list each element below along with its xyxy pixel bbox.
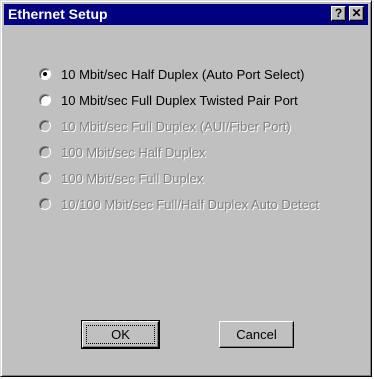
radio-button — [39, 172, 51, 184]
option-label: 10 Mbit/sec Half Duplex (Auto Port Selec… — [61, 66, 305, 82]
option-10-full-aui: 10 Mbit/sec Full Duplex (AUI/Fiber Port) — [39, 113, 319, 139]
help-button[interactable]: ? — [331, 6, 346, 21]
option-10-full-tp[interactable]: 10 Mbit/sec Full Duplex Twisted Pair Por… — [39, 87, 319, 113]
ethernet-setup-dialog: Ethernet Setup ? ✕ 10 Mbit/sec Half Dupl… — [0, 0, 372, 377]
option-100-half: 100 Mbit/sec Half Duplex — [39, 139, 319, 165]
radio-button[interactable] — [39, 94, 51, 106]
option-10-100-auto-detect: 10/100 Mbit/sec Full/Half Duplex Auto De… — [39, 191, 319, 217]
option-label: 10 Mbit/sec Full Duplex Twisted Pair Por… — [61, 92, 298, 108]
radio-button — [39, 146, 51, 158]
duplex-options-group: 10 Mbit/sec Half Duplex (Auto Port Selec… — [39, 61, 319, 217]
option-label: 100 Mbit/sec Half Duplex — [61, 144, 206, 160]
focus-rect — [86, 325, 155, 344]
cancel-button[interactable]: Cancel — [219, 321, 294, 348]
close-button[interactable]: ✕ — [349, 6, 364, 21]
title-bar[interactable]: Ethernet Setup ? ✕ — [4, 4, 368, 25]
cancel-label: Cancel — [236, 327, 277, 342]
option-label: 10/100 Mbit/sec Full/Half Duplex Auto De… — [61, 196, 319, 212]
option-100-full: 100 Mbit/sec Full Duplex — [39, 165, 319, 191]
radio-button — [39, 198, 51, 210]
ok-button[interactable]: OK — [81, 320, 160, 349]
option-10-half-auto[interactable]: 10 Mbit/sec Half Duplex (Auto Port Selec… — [39, 61, 319, 87]
option-label: 100 Mbit/sec Full Duplex — [61, 170, 204, 186]
dialog-title: Ethernet Setup — [8, 6, 108, 22]
radio-button[interactable] — [39, 68, 51, 80]
radio-button — [39, 120, 51, 132]
option-label: 10 Mbit/sec Full Duplex (AUI/Fiber Port) — [61, 118, 291, 134]
